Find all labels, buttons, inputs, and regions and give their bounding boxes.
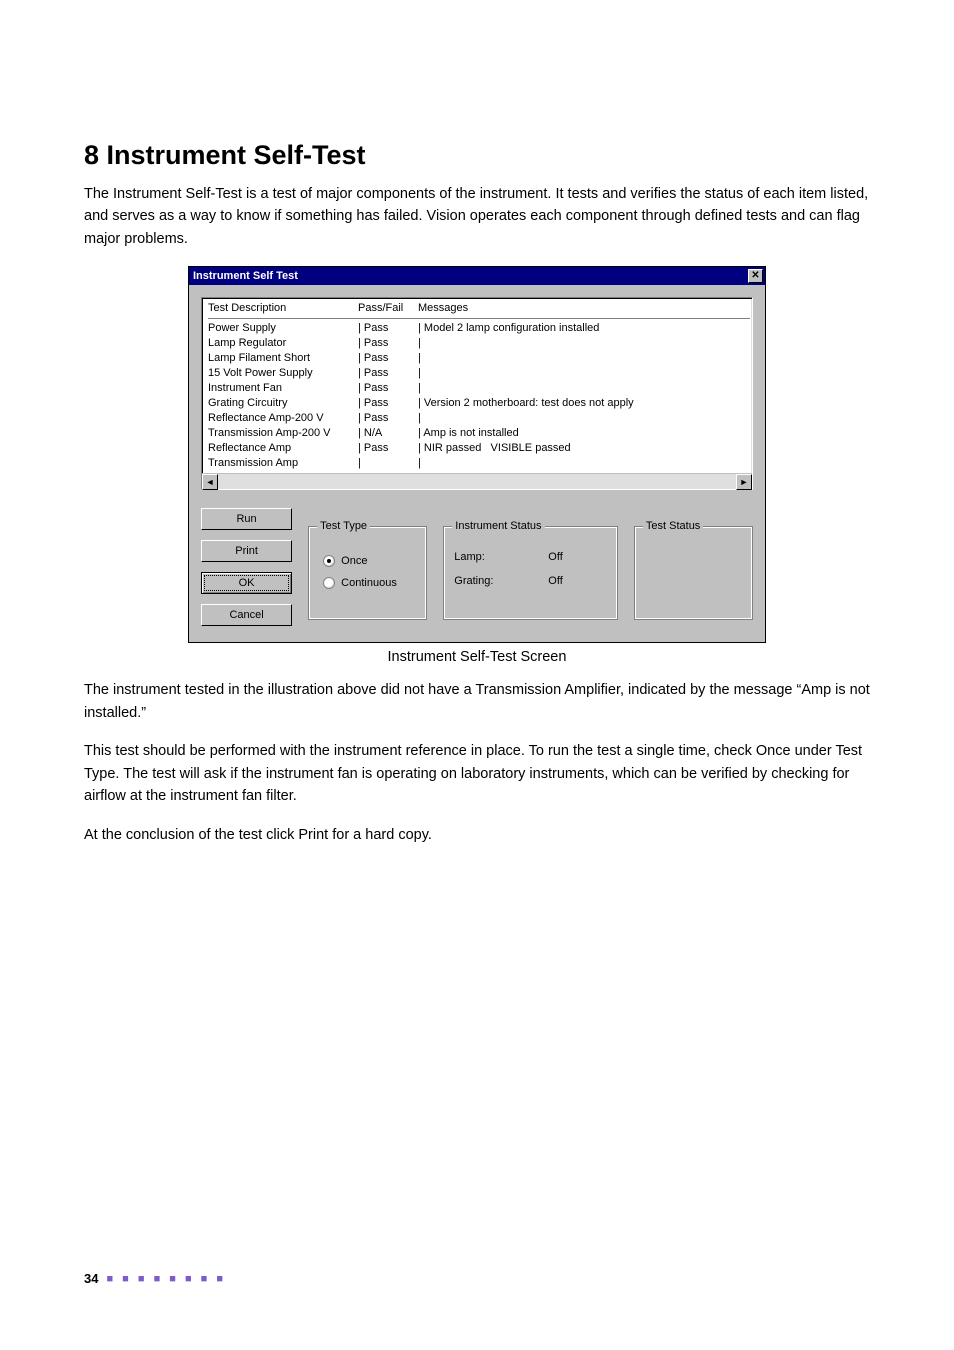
test-status-legend: Test Status: [643, 520, 703, 532]
cell-passfail: Pass: [358, 336, 418, 351]
table-row: Reflectance Amp-200 VPass: [208, 411, 750, 426]
cell-passfail: Pass: [358, 351, 418, 366]
horizontal-scrollbar[interactable]: ◄ ►: [202, 473, 752, 489]
dialog-instrument-self-test: Instrument Self Test ✕ Test Description …: [188, 266, 766, 643]
grating-value: Off: [548, 575, 590, 587]
cell-message: [418, 411, 750, 426]
col-header-description: Test Description: [208, 301, 358, 316]
table-row: Grating CircuitryPassVersion 2 motherboa…: [208, 396, 750, 411]
footer-dots-icon: ■ ■ ■ ■ ■ ■ ■ ■: [106, 1273, 226, 1285]
cell-message: [418, 381, 750, 396]
radio-once-label: Once: [341, 555, 367, 567]
cell-passfail: Pass: [358, 396, 418, 411]
lamp-label: Lamp:: [454, 551, 548, 563]
section-heading: 8 Instrument Self-Test: [84, 140, 870, 171]
table-row: Power SupplyPassModel 2 lamp configurati…: [208, 321, 750, 336]
cell-message: [418, 351, 750, 366]
radio-once[interactable]: Once: [323, 555, 416, 567]
test-type-legend: Test Type: [317, 520, 370, 532]
cell-message: [418, 366, 750, 381]
dialog-titlebar[interactable]: Instrument Self Test ✕: [189, 267, 765, 285]
run-button[interactable]: Run: [201, 508, 292, 530]
cell-description: Reflectance Amp-200 V: [208, 411, 358, 426]
paragraph-3: This test should be performed with the i…: [84, 740, 870, 807]
dialog-title: Instrument Self Test: [193, 270, 298, 282]
cell-message: Version 2 motherboard: test does not app…: [418, 396, 750, 411]
cell-passfail: Pass: [358, 441, 418, 456]
table-row: 15 Volt Power SupplyPass: [208, 366, 750, 381]
instrument-status-legend: Instrument Status: [452, 520, 544, 532]
cell-description: Transmission Amp: [208, 456, 358, 471]
cell-description: Instrument Fan: [208, 381, 358, 396]
table-header-row: Test Description Pass/Fail Messages: [208, 301, 750, 319]
page-number: 34: [84, 1271, 98, 1286]
cell-description: Lamp Filament Short: [208, 351, 358, 366]
table-row: Instrument FanPass: [208, 381, 750, 396]
table-row: Lamp RegulatorPass: [208, 336, 750, 351]
instrument-status-group: Instrument Status Lamp: Off Grating: Off: [443, 526, 618, 620]
cell-description: 15 Volt Power Supply: [208, 366, 358, 381]
test-status-group: Test Status: [634, 526, 753, 620]
ok-button[interactable]: OK: [201, 572, 292, 594]
cell-passfail: Pass: [358, 321, 418, 336]
cell-description: Lamp Regulator: [208, 336, 358, 351]
cell-description: Grating Circuitry: [208, 396, 358, 411]
intro-paragraph: The Instrument Self-Test is a test of ma…: [84, 183, 870, 250]
cancel-button[interactable]: Cancel: [201, 604, 292, 626]
cell-description: Transmission Amp-200 V: [208, 426, 358, 441]
cell-passfail: Pass: [358, 366, 418, 381]
cell-description: Power Supply: [208, 321, 358, 336]
page-footer: 34 ■ ■ ■ ■ ■ ■ ■ ■: [84, 1271, 226, 1286]
paragraph-2: The instrument tested in the illustratio…: [84, 679, 870, 724]
table-row: Lamp Filament ShortPass: [208, 351, 750, 366]
cell-passfail: Pass: [358, 381, 418, 396]
results-panel: Test Description Pass/Fail Messages Powe…: [201, 297, 753, 490]
radio-icon: [323, 555, 335, 567]
cell-message: [418, 456, 750, 471]
radio-icon: [323, 577, 335, 589]
paragraph-4: At the conclusion of the test click Prin…: [84, 824, 870, 846]
table-row: Transmission Amp: [208, 456, 750, 471]
scroll-right-icon[interactable]: ►: [736, 474, 752, 490]
radio-continuous-label: Continuous: [341, 577, 397, 589]
col-header-passfail: Pass/Fail: [358, 301, 418, 316]
cell-message: NIR passed VISIBLE passed: [418, 441, 750, 456]
cell-passfail: Pass: [358, 411, 418, 426]
cell-message: [418, 336, 750, 351]
cell-message: Model 2 lamp configuration installed: [418, 321, 750, 336]
test-type-group: Test Type Once Continuous: [308, 526, 427, 620]
radio-continuous[interactable]: Continuous: [323, 577, 416, 589]
cell-passfail: N/A: [358, 426, 418, 441]
col-header-messages: Messages: [418, 301, 750, 316]
cell-message: Amp is not installed: [418, 426, 750, 441]
grating-label: Grating:: [454, 575, 548, 587]
figure-caption: Instrument Self-Test Screen: [84, 649, 870, 665]
lamp-value: Off: [548, 551, 590, 563]
scroll-left-icon[interactable]: ◄: [202, 474, 218, 490]
close-icon[interactable]: ✕: [748, 269, 763, 283]
table-row: Reflectance AmpPassNIR passed VISIBLE pa…: [208, 441, 750, 456]
cell-passfail: [358, 456, 418, 471]
cell-description: Reflectance Amp: [208, 441, 358, 456]
table-row: Transmission Amp-200 VN/AAmp is not inst…: [208, 426, 750, 441]
print-button[interactable]: Print: [201, 540, 292, 562]
